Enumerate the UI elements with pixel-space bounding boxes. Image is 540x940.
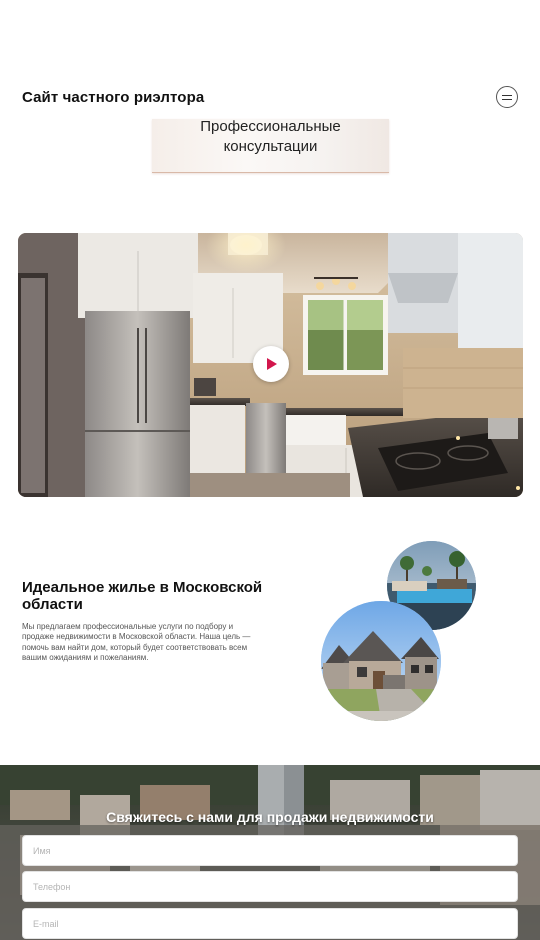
ideal-home-heading: Идеальное жилье в Московской области bbox=[22, 579, 263, 613]
suburban-house-image bbox=[321, 601, 441, 721]
email-input[interactable] bbox=[23, 909, 517, 938]
site-header: Сайт частного риэлтора bbox=[0, 0, 540, 120]
play-button[interactable] bbox=[253, 346, 289, 382]
menu-button[interactable] bbox=[496, 86, 518, 108]
menu-icon-line-bottom bbox=[502, 99, 512, 100]
contact-heading: Свяжитесь с нами для продажи недвижимост… bbox=[106, 809, 434, 825]
ideal-home-description: Мы предлагаем профессиональные услуги по… bbox=[22, 622, 251, 663]
consultation-line-1: Профессиональные bbox=[200, 118, 341, 135]
consultation-card-label: Профессиональные консультации bbox=[152, 117, 389, 157]
consultation-line-2: консультации bbox=[223, 138, 318, 155]
phone-input[interactable] bbox=[23, 872, 517, 901]
contact-section: Свяжитесь с нами для продажи недвижимост… bbox=[0, 765, 540, 940]
site-title[interactable]: Сайт частного риэлтора bbox=[22, 89, 204, 106]
consultation-card[interactable]: Профессиональные консультации bbox=[152, 117, 389, 173]
play-icon bbox=[267, 358, 277, 370]
name-field[interactable] bbox=[22, 835, 518, 866]
phone-field[interactable] bbox=[22, 871, 518, 902]
email-field[interactable] bbox=[22, 908, 518, 939]
menu-icon-line-top bbox=[502, 95, 512, 96]
name-input[interactable] bbox=[23, 836, 517, 865]
